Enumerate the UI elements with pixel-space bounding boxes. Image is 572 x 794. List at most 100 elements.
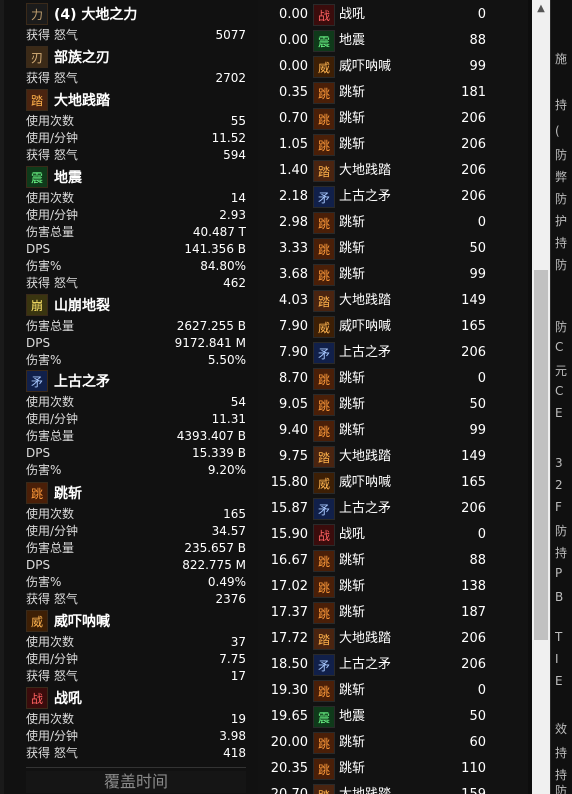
stat-row: 使用次数 14 [26,190,246,207]
rage-value: 0 [477,215,486,230]
stat-label: 伤害% [26,353,62,367]
cast-skill-name: 大地践踏 [339,631,392,646]
stat-row: DPS 141.356 B [26,241,246,258]
rage-value: 206 [461,189,486,204]
stat-label: 获得 怒气 [26,746,78,760]
stat-row: 使用/分钟 11.52 [26,130,246,147]
stat-label: 伤害% [26,259,62,273]
skill-name: 战吼 [54,691,82,707]
stat-value: 15.339 B [191,446,246,460]
cutoff-text-fragment: 施 [555,52,568,66]
cast-skill-name: 跳斩 [339,215,366,230]
cast-skill-name: 威吓呐喊 [339,319,392,334]
stat-label: 获得 怒气 [26,592,78,606]
stat-value: 2702 [215,71,246,85]
cast-time: 7.90 [279,319,308,334]
stat-value: 141.356 B [184,242,246,256]
rage-value: 206 [461,345,486,360]
cutoff-text-fragment: I [555,652,559,666]
cast-time: 19.30 [270,683,308,698]
timeline-row: 17.72 踏大地践踏 206 [258,626,528,652]
rage-value: 99 [469,267,486,282]
stat-label: 获得 怒气 [26,148,78,162]
cast-time: 8.70 [279,371,308,386]
cast-skill-name: 上古之矛 [339,189,392,204]
timeline-scrollbar[interactable]: ▲ [532,0,550,794]
cast-skill-name: 跳斩 [339,371,366,386]
skill-header-rage: 力 (4) 大地之力 [26,3,137,25]
cast-time: 17.37 [270,605,308,620]
leap-icon: 跳 [313,420,335,442]
rage-value: 181 [461,85,486,100]
cutoff-text-fragment: T [555,630,563,644]
cast-skill-name: 战吼 [339,527,366,542]
rage-value: 50 [469,397,486,412]
cutoff-text-fragment: 2 [555,478,563,492]
cast-skill-name: 跳斩 [339,267,366,282]
stat-row: 使用/分钟 34.57 [26,523,246,540]
skill-name: 上古之矛 [54,374,110,390]
cast-skill-name: 威吓呐喊 [339,475,392,490]
stat-label: 使用/分钟 [26,208,79,222]
cast-time: 4.03 [279,293,308,308]
cast-skill-name: 跳斩 [339,111,366,126]
cast-skill-name: 跳斩 [339,137,366,152]
cutoff-text-fragment: F [555,500,562,514]
timeline-row: 3.33 跳跳斩 50 [258,236,528,262]
cutoff-text-fragment: E [555,406,563,420]
cutoff-text-fragment: 元 [555,364,568,378]
stat-value: 54 [230,395,246,409]
cutoff-text-fragment: B [555,590,564,604]
cast-skill-name: 跳斩 [339,683,366,698]
ancient-blade-icon: 刃 [26,46,48,68]
cutoff-text-fragment: 持 [555,746,568,760]
timeline-row: 17.37 跳跳斩 187 [258,600,528,626]
stat-value: 7.75 [219,652,246,666]
leap-icon: 跳 [313,576,335,598]
cutoff-text-fragment: 防 [555,320,568,334]
cast-time: 16.67 [270,553,308,568]
threatening-shout-icon: 威 [313,316,335,338]
rage-value: 206 [461,631,486,646]
stat-row: DPS 822.775 M [26,557,246,574]
scroll-up-arrow-icon[interactable]: ▲ [532,0,550,18]
panel-edge [0,0,4,794]
skill-timeline[interactable]: 0.00 战战吼 0 0.00 震地震 88 0.00 威威吓呐喊 99 0.35 跳跳斩 181 0.… [258,0,528,794]
cast-time: 15.90 [270,527,308,542]
cast-skill-name: 跳斩 [339,605,366,620]
cast-skill-name: 跳斩 [339,735,366,750]
cast-time: 15.80 [270,475,308,490]
cutoff-text-fragment: 持 [555,236,568,250]
stat-row: 伤害% 5.50% [26,352,246,369]
leap-icon: 跳 [313,368,335,390]
skill-header-fissure: 崩山崩地裂 [26,294,110,316]
skill-name: 部族之刃 [54,50,110,66]
stat-value: 34.57 [211,524,246,538]
stat-row: 获得 怒气 2702 [26,70,246,87]
timeline-row: 4.03 踏大地践踏 149 [258,288,528,314]
stat-value: 19 [230,712,246,726]
stat-value: 84.80% [200,259,246,273]
timeline-row: 2.98 跳跳斩 0 [258,210,528,236]
leap-icon: 跳 [313,238,335,260]
cast-time: 7.90 [279,345,308,360]
stat-value: 37 [230,635,246,649]
timeline-row: 7.90 威威吓呐喊 165 [258,314,528,340]
stat-row: 伤害总量 2627.255 B [26,318,246,335]
scrollbar-thumb[interactable] [534,270,548,640]
timeline-row: 0.00 战战吼 0 [258,2,528,28]
stat-row: 使用次数 165 [26,506,246,523]
stat-value: 235.657 B [184,541,246,555]
cutoff-text-fragment: 持 [555,98,568,112]
timeline-row: 2.18 矛上古之矛 206 [258,184,528,210]
stat-label: 使用次数 [26,712,75,726]
ancient-spear-icon: 矛 [26,370,48,392]
stat-row: 伤害总量 4393.407 B [26,428,246,445]
timeline-row: 8.70 跳跳斩 0 [258,366,528,392]
cast-time: 0.00 [279,7,308,22]
rage-value: 187 [461,605,486,620]
rage-value: 206 [461,163,486,178]
cast-skill-name: 跳斩 [339,397,366,412]
stat-label: 获得 怒气 [26,669,78,683]
rage-value: 206 [461,657,486,672]
